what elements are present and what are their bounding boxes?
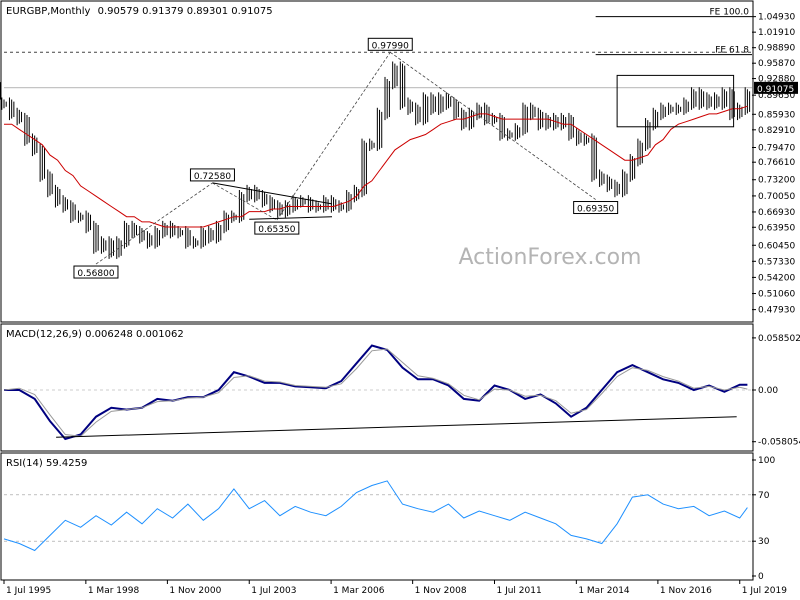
rsi-tick-label-1: 70 <box>758 491 770 501</box>
rsi-tick-label-2: 30 <box>758 537 770 547</box>
macd-lines <box>3 344 752 441</box>
price-tick-label-1: 1.01910 <box>758 28 795 38</box>
fib-level-label-0: FE 100.0 <box>710 8 750 18</box>
price-tick-label-13: 0.63950 <box>758 223 795 233</box>
time-tick-label-6: 1 Jul 2011 <box>496 586 541 596</box>
swing-line-3 <box>390 51 596 200</box>
rsi-axis: 100 70 30 0 <box>752 456 775 582</box>
annotation-label-4: 0.69350 <box>577 205 614 215</box>
current-price-label: 0.91075 <box>757 85 794 95</box>
macd-tick-label-2: -0.058054 <box>758 438 800 448</box>
price-tick-label-7: 0.82910 <box>758 126 795 136</box>
price-tick-label-6: 0.85930 <box>758 110 795 120</box>
triangle-lower-line <box>249 216 333 220</box>
rsi-lines <box>3 480 752 552</box>
swing-line-0 <box>95 182 213 265</box>
price-tick-label-15: 0.57330 <box>758 257 795 267</box>
price-moving-average <box>4 105 748 228</box>
macd-tick-label-0: 0.058502 <box>758 334 800 344</box>
time-axis: 1 Jul 1995 1 Mar 1998 1 Nov 2000 1 Jul 2003… <box>3 580 787 596</box>
macd-axis: 0.058502 0.00 -0.058054 <box>752 334 800 448</box>
annotation-label-3: 0.97990 <box>372 41 409 51</box>
fib-level-label-1: FE 61.8 <box>715 46 749 56</box>
time-tick-label-4: 1 Mar 2006 <box>333 586 385 596</box>
rsi-tick-label-0: 100 <box>758 456 775 466</box>
price-tick-label-18: 0.47930 <box>758 306 795 316</box>
macd-line <box>4 344 748 441</box>
symbol-label: EURGBP,Monthly <box>6 6 91 17</box>
rsi-line <box>3 480 748 552</box>
macd-panel-title: MACD(12,26,9) 0.006248 0.001062 <box>6 329 184 340</box>
price-tick-label-8: 0.79470 <box>758 144 795 154</box>
time-tick-label-7: 1 Mar 2014 <box>578 586 630 596</box>
price-tick-label-12: 0.66930 <box>758 208 795 218</box>
range-channel-box <box>616 74 735 128</box>
swing-line-2 <box>276 52 391 221</box>
price-tick-label-14: 0.60450 <box>758 241 795 251</box>
macd-trendline <box>56 416 737 438</box>
price-tick-label-17: 0.51060 <box>758 290 795 300</box>
price-tick-label-10: 0.73200 <box>758 176 795 186</box>
ohlc-values: 0.90579 0.91379 0.89301 0.91075 <box>98 6 273 17</box>
chart-root: EURGBP,Monthly 0.90579 0.91379 0.89301 0… <box>0 0 800 596</box>
signal-line <box>3 348 748 437</box>
macd-panel-frame <box>0 323 754 452</box>
rsi-tick-label-3: 0 <box>758 572 764 582</box>
macd-tick-label-1: 0.00 <box>758 386 778 396</box>
time-tick-label-1: 1 Mar 1998 <box>88 586 140 596</box>
time-tick-label-9: 1 Jul 2019 <box>742 586 787 596</box>
price-tick-label-2: 0.98890 <box>758 44 795 54</box>
price-tick-label-9: 0.76610 <box>758 158 795 168</box>
price-candles <box>0 61 751 259</box>
price-tick-label-3: 0.95870 <box>758 59 795 69</box>
annotation-label-2: 0.65350 <box>258 225 295 235</box>
rsi-panel-title: RSI(14) 59.4259 <box>6 458 87 469</box>
time-tick-label-5: 1 Nov 2008 <box>415 586 467 596</box>
rsi-panel-frame <box>0 452 754 581</box>
ma-line <box>4 105 748 228</box>
price-panel-header: EURGBP,Monthly 0.90579 0.91379 0.89301 0… <box>6 6 273 17</box>
time-tick-label-8: 1 Nov 2016 <box>660 586 712 596</box>
watermark-text: ActionForex.com <box>459 245 642 270</box>
time-tick-label-2: 1 Nov 2000 <box>169 586 221 596</box>
price-tick-label-0: 1.04930 <box>758 13 795 23</box>
annotation-label-0: 0.56800 <box>77 269 114 279</box>
price-axis: 1.049301.019100.988900.958700.928800.896… <box>752 13 798 316</box>
time-tick-label-3: 1 Jul 2003 <box>251 586 296 596</box>
annotation-label-1: 0.72580 <box>194 172 231 182</box>
price-tick-label-16: 0.54200 <box>758 273 795 283</box>
price-tick-label-11: 0.70050 <box>758 192 795 202</box>
time-tick-label-0: 1 Jul 1995 <box>6 586 51 596</box>
